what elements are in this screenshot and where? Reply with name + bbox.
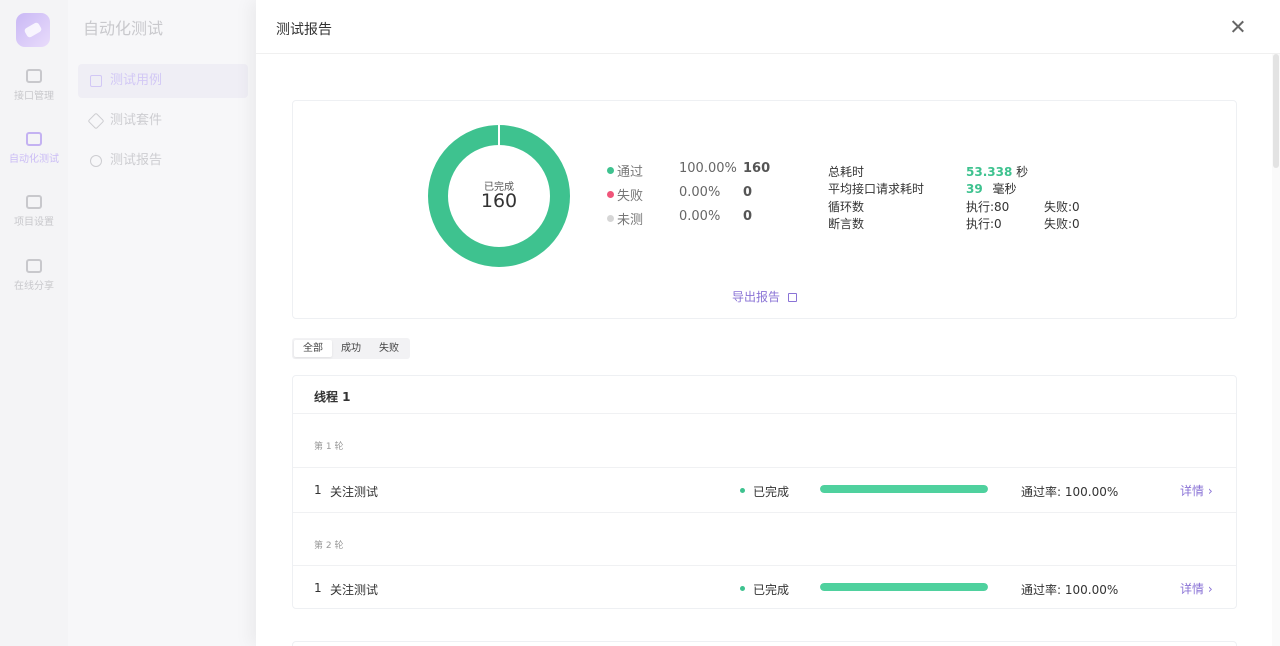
- app-sidebar: 自动化测试 测试用例 测试套件 测试报告: [68, 0, 256, 646]
- stat-avg-time-unit: 毫秒: [992, 182, 1017, 196]
- case-progress-bar: [820, 583, 988, 591]
- export-report-link[interactable]: 导出报告: [732, 288, 798, 305]
- divider: [293, 413, 1236, 414]
- rail-item-label: 接口管理: [14, 91, 54, 102]
- stat-assert-label: 断言数: [828, 217, 865, 231]
- stat-avg-time-value: 39 毫秒: [966, 180, 1017, 197]
- legend-count: 0: [743, 209, 753, 224]
- report-drawer: 测试报告 已完成 160 通过 100.00% 160 失败 0.00% 0 未…: [256, 0, 1280, 646]
- status-dot: [740, 488, 745, 493]
- legend-percent: 0.00%: [679, 185, 721, 200]
- case-pass-rate: 通过率: 100.00%: [1021, 485, 1119, 499]
- stat-total-time-number: 53.338: [966, 165, 1013, 179]
- document-icon: [90, 75, 102, 87]
- stat-assert-exec: 执行:0: [966, 217, 1002, 231]
- thread-title: 线程 1: [314, 390, 351, 404]
- case-status: 已完成: [753, 485, 790, 499]
- suite-icon: [87, 112, 105, 130]
- stat-loop-exec: 执行:80: [966, 200, 1010, 214]
- legend-dot: [607, 191, 614, 198]
- case-detail-link[interactable]: 详情 ›: [1180, 580, 1213, 597]
- stat-avg-time-label: 平均接口请求耗时: [828, 182, 925, 196]
- pie-chart-icon: [90, 155, 102, 167]
- legend-name: 失败: [617, 189, 644, 204]
- case-status: 已完成: [753, 583, 790, 597]
- legend-name: 未测: [617, 213, 644, 228]
- external-link-icon: [788, 293, 798, 302]
- case-progress-fill: [820, 583, 988, 591]
- divider: [293, 512, 1236, 513]
- share-icon: [26, 259, 42, 273]
- drawer-header: 测试报告: [256, 0, 1280, 54]
- legend-count: 0: [743, 185, 753, 200]
- legend-percent: 100.00%: [679, 161, 737, 176]
- case-progress-fill: [820, 485, 988, 493]
- nav-item-label: 测试套件: [110, 113, 163, 128]
- case-name: 关注测试: [330, 485, 379, 499]
- thread-card: 线程 1 第 1 轮 1 关注测试 已完成 通过率: 100.00% 详情 › …: [292, 375, 1237, 609]
- donut-center-value: 160: [480, 190, 518, 212]
- rail-item-label: 项目设置: [14, 217, 54, 228]
- case-row: 1 关注测试 已完成 通过率: 100.00% 详情 ›: [293, 468, 1236, 512]
- round-label: 第 1 轮: [314, 442, 344, 452]
- nav-item-test-reports[interactable]: 测试报告: [78, 144, 248, 178]
- case-row: 1 关注测试 已完成 通过率: 100.00% 详情 ›: [293, 566, 1236, 610]
- rail-item-api-management[interactable]: 接口管理: [0, 69, 68, 102]
- filter-success[interactable]: 成功: [332, 340, 370, 357]
- nav-item-test-cases[interactable]: 测试用例: [78, 64, 248, 98]
- legend-count: 160: [743, 161, 771, 176]
- stat-total-time-label: 总耗时: [828, 165, 865, 179]
- filter-fail[interactable]: 失败: [370, 340, 408, 357]
- nav-item-label: 测试报告: [110, 153, 163, 168]
- rail-item-label: 在线分享: [14, 281, 54, 292]
- stat-assert-fail: 失败:0: [1044, 217, 1080, 231]
- app-logo: [16, 13, 50, 47]
- status-dot: [740, 586, 745, 591]
- rail-item-label: 自动化测试: [9, 154, 59, 165]
- rail-item-project-settings[interactable]: 项目设置: [0, 195, 68, 228]
- round-label: 第 2 轮: [314, 541, 344, 551]
- filter-all[interactable]: 全部: [294, 340, 332, 357]
- stat-avg-time-number: 39: [966, 182, 983, 196]
- scrollbar[interactable]: [1272, 54, 1280, 646]
- case-index: 1: [314, 483, 322, 497]
- result-filter: 全部 成功 失败: [292, 338, 410, 359]
- rail-item-automation[interactable]: 自动化测试: [0, 132, 68, 165]
- stat-total-time-value: 53.338 秒: [966, 163, 1028, 180]
- api-icon: [26, 69, 42, 83]
- case-index: 1: [314, 581, 322, 595]
- drawer-title: 测试报告: [276, 22, 332, 38]
- thread-card-next: [292, 641, 1237, 646]
- stat-loop-fail: 失败:0: [1044, 200, 1080, 214]
- case-detail-link[interactable]: 详情 ›: [1180, 482, 1213, 499]
- legend-percent: 0.00%: [679, 209, 721, 224]
- legend-name: 通过: [617, 165, 644, 180]
- rail-item-online-share[interactable]: 在线分享: [0, 259, 68, 292]
- legend-dot: [607, 167, 614, 174]
- summary-card: 已完成 160 通过 100.00% 160 失败 0.00% 0 未测 0.0…: [292, 100, 1237, 319]
- nav-item-test-suites[interactable]: 测试套件: [78, 104, 248, 138]
- app-rail: 接口管理 自动化测试 项目设置 在线分享: [0, 0, 68, 646]
- scrollbar-thumb[interactable]: [1273, 54, 1279, 168]
- nav-item-label: 测试用例: [110, 73, 163, 88]
- legend-dot: [607, 215, 614, 222]
- case-pass-rate: 通过率: 100.00%: [1021, 583, 1119, 597]
- app-title: 自动化测试: [83, 19, 164, 38]
- case-name: 关注测试: [330, 583, 379, 597]
- stat-total-time-unit: 秒: [1016, 165, 1029, 179]
- export-report-label: 导出报告: [732, 290, 781, 304]
- automation-icon: [26, 132, 42, 146]
- stat-loop-label: 循环数: [828, 200, 865, 214]
- close-icon[interactable]: [1228, 17, 1248, 37]
- case-progress-bar: [820, 485, 988, 493]
- settings-icon: [26, 195, 42, 209]
